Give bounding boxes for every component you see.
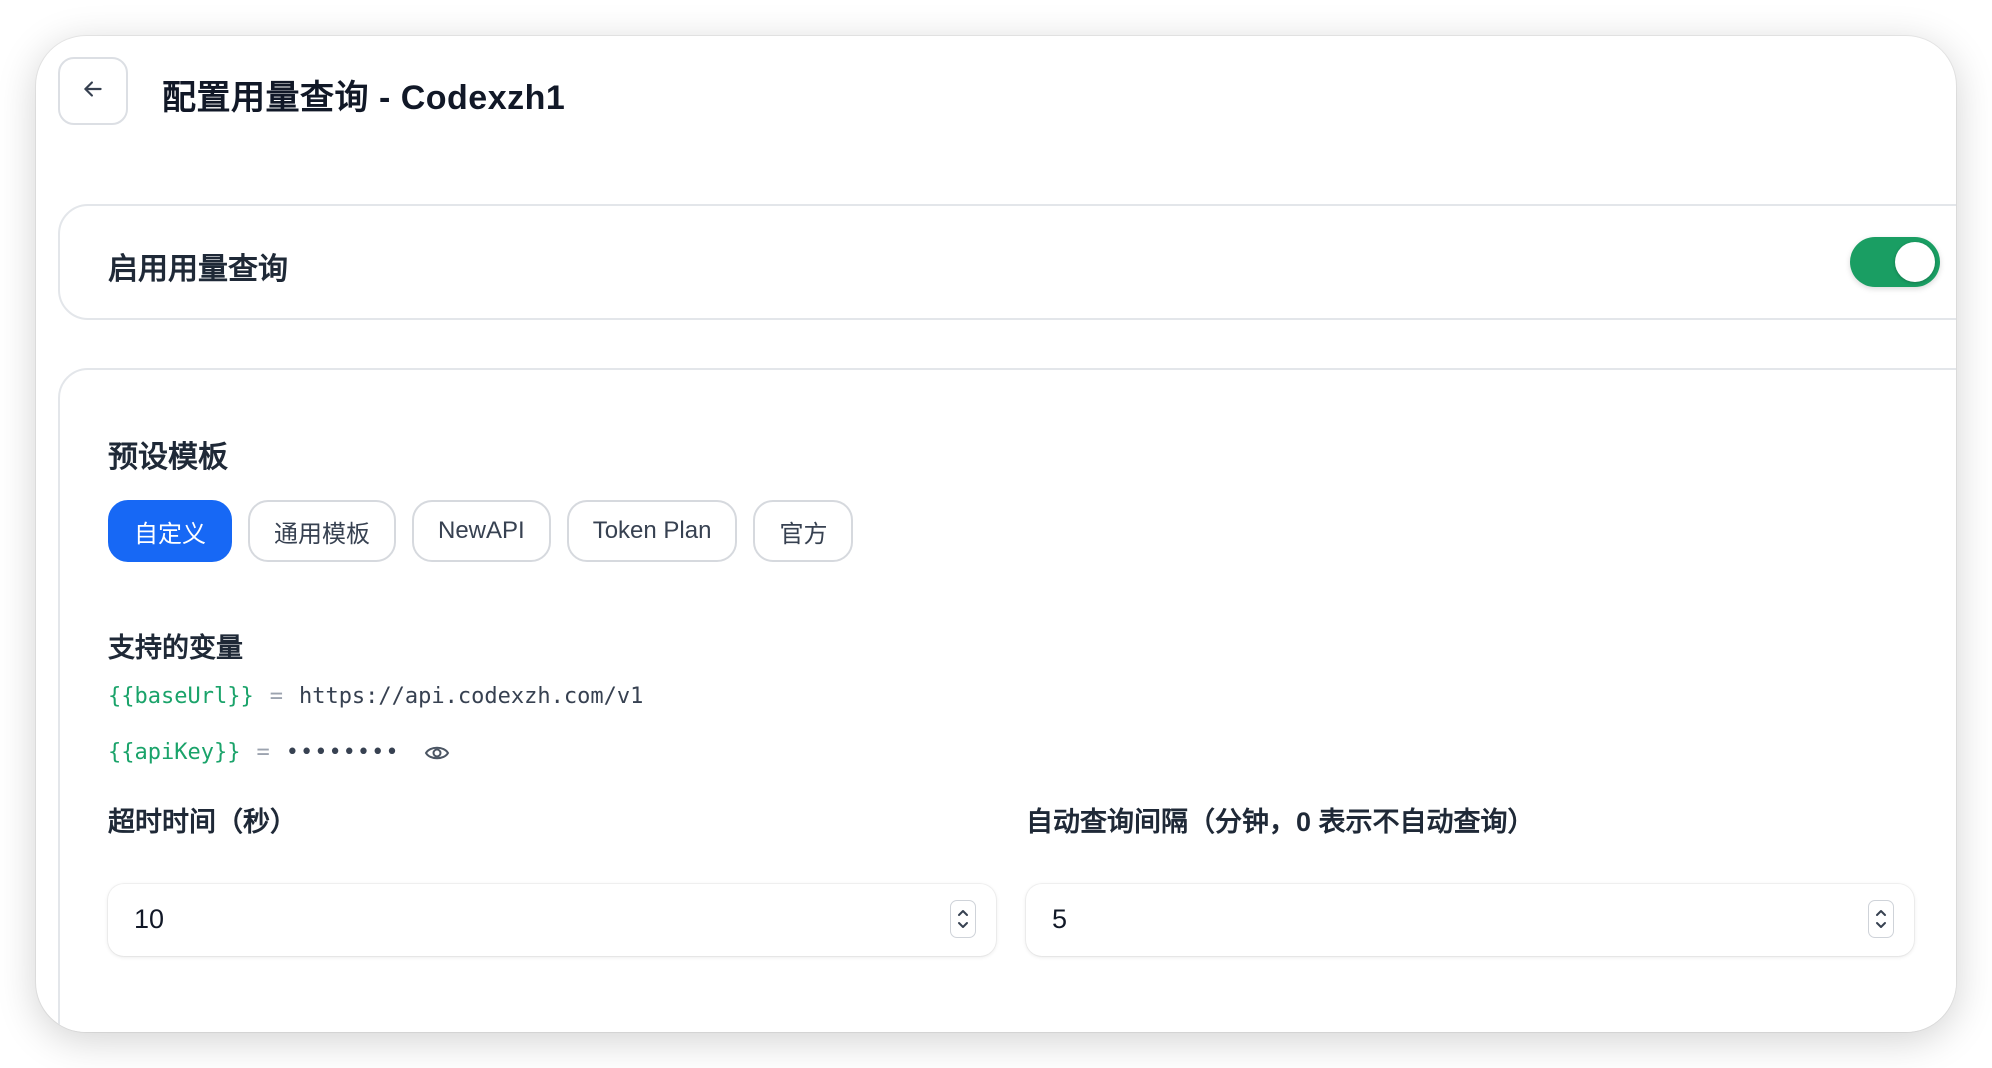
usage-toggle-label: 启用用量查询 xyxy=(108,253,288,286)
arrow-left-icon xyxy=(80,76,106,107)
chevron-up-down-icon xyxy=(1876,910,1886,928)
interval-stepper[interactable] xyxy=(1868,900,1894,938)
timeout-stepper[interactable] xyxy=(950,900,976,938)
variable-name: {{baseUrl}} xyxy=(108,684,254,709)
api-key-masked-value: •••••••• xyxy=(285,740,400,765)
variable-name: {{apiKey}} xyxy=(108,740,241,765)
config-card: 预设模板 自定义 通用模板 NewAPI Token Plan 官方 支持的变量… xyxy=(58,368,1956,1032)
timeout-label: 超时时间（秒） xyxy=(108,807,297,837)
template-custom-button[interactable]: 自定义 xyxy=(108,500,232,562)
config-window: 配置用量查询 - Codexzh1 启用用量查询 预设模板 自定义 通用模板 N… xyxy=(36,36,1956,1032)
variable-value: https://api.codexzh.com/v1 xyxy=(298,684,644,709)
eye-icon[interactable] xyxy=(424,743,450,763)
template-generic-button[interactable]: 通用模板 xyxy=(248,500,396,562)
chevron-up-down-icon xyxy=(958,910,968,928)
back-button[interactable] xyxy=(58,57,128,125)
toggle-knob xyxy=(1895,242,1935,282)
interval-label: 自动查询间隔（分钟，0 表示不自动查询） xyxy=(1026,807,1535,837)
timeout-input[interactable]: 10 xyxy=(108,884,996,956)
template-newapi-button[interactable]: NewAPI xyxy=(412,500,551,562)
template-token-plan-button[interactable]: Token Plan xyxy=(566,500,738,562)
timeout-value: 10 xyxy=(134,904,165,934)
template-official-button[interactable]: 官方 xyxy=(753,500,854,562)
templates-title: 预设模板 xyxy=(108,441,228,474)
interval-value: 5 xyxy=(1052,904,1068,934)
variables-title: 支持的变量 xyxy=(108,633,243,663)
usage-toggle-card: 启用用量查询 xyxy=(58,204,1956,320)
page-title: 配置用量查询 - Codexzh1 xyxy=(162,79,566,117)
variable-row-apikey: {{apiKey}} = •••••••• xyxy=(108,740,450,765)
variable-equals: = xyxy=(269,684,283,709)
usage-toggle-switch[interactable] xyxy=(1850,237,1940,287)
template-group: 自定义 通用模板 NewAPI Token Plan 官方 xyxy=(108,500,854,562)
variable-equals: = xyxy=(256,740,270,765)
variable-row-baseurl: {{baseUrl}} = https://api.codexzh.com/v1 xyxy=(108,684,643,709)
interval-input[interactable]: 5 xyxy=(1026,884,1914,956)
